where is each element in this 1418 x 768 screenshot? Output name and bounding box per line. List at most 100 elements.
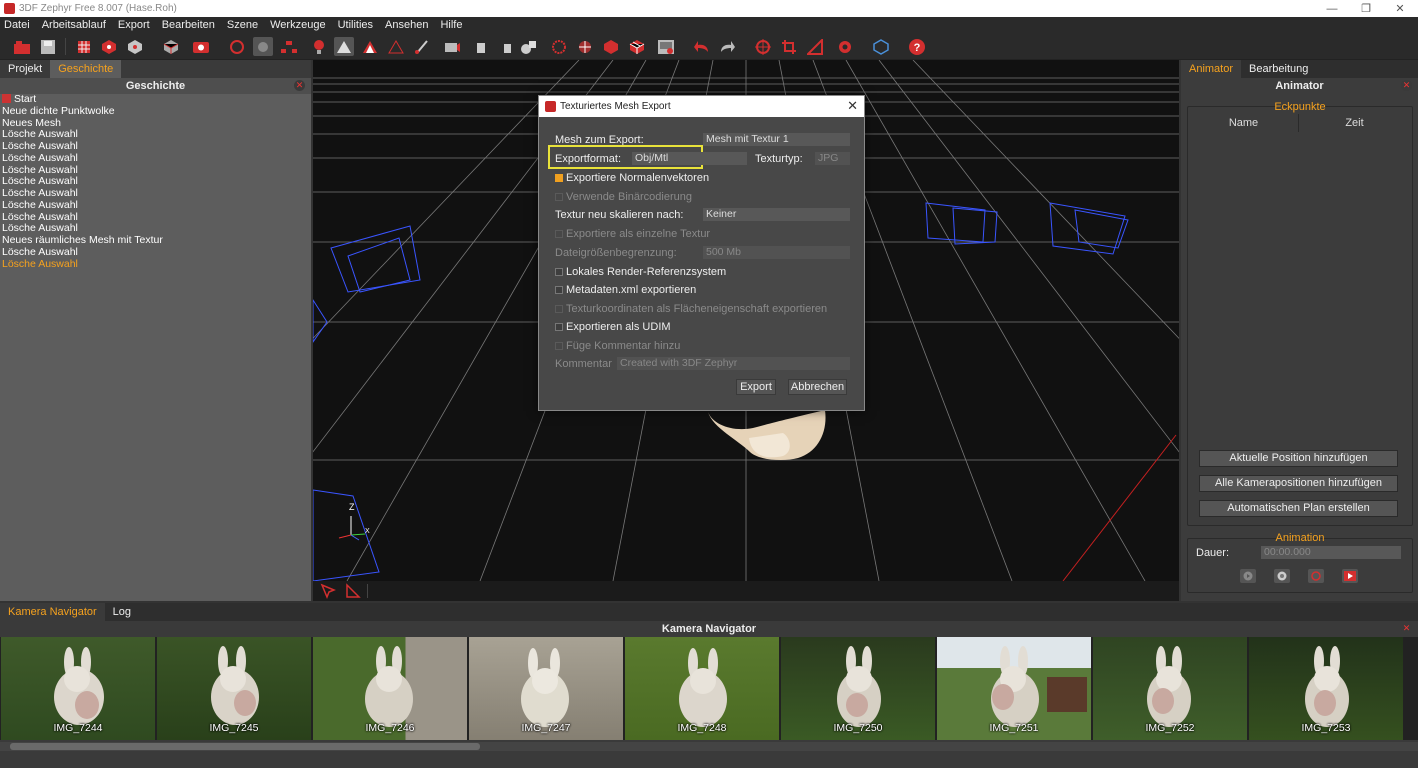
render-image-icon[interactable] <box>656 37 676 56</box>
col-name[interactable]: Name <box>1189 114 1299 132</box>
history-item[interactable]: Lösche Auswahl <box>2 152 311 165</box>
create-auto-plan-button[interactable]: Automatischen Plan erstellen <box>1199 500 1398 517</box>
camera-thumbnail[interactable]: IMG_7253 <box>1249 637 1403 740</box>
close-panel-icon[interactable]: ✕ <box>1401 623 1412 634</box>
triangle-colored-icon[interactable] <box>360 37 380 56</box>
history-item[interactable]: Lösche Auswahl <box>2 246 311 259</box>
settings-gear-icon[interactable] <box>835 37 855 56</box>
cube-grid-icon[interactable] <box>627 37 647 56</box>
history-item[interactable]: Neues räumliches Mesh mit Textur <box>2 234 311 247</box>
triangle-solid-icon[interactable] <box>334 37 354 56</box>
screenshot-icon[interactable] <box>191 37 211 56</box>
help-icon[interactable]: ? <box>907 37 927 56</box>
history-item[interactable]: Lösche Auswahl <box>2 199 311 212</box>
camera-thumbnail[interactable]: IMG_7252 <box>1093 637 1247 740</box>
export-button[interactable]: Export <box>736 379 776 395</box>
tab-kamera-navigator[interactable]: Kamera Navigator <box>0 603 105 621</box>
light-icon[interactable] <box>309 37 329 56</box>
close-panel-icon[interactable]: ✕ <box>1401 80 1412 91</box>
filesize-field[interactable]: 500 Mb <box>703 246 850 259</box>
triangle-wire-icon[interactable] <box>386 37 406 56</box>
texture-type-select[interactable]: JPG <box>815 152 850 165</box>
add-current-position-button[interactable]: Aktuelle Position hinzufügen <box>1199 450 1398 467</box>
camera-thumbnail[interactable]: IMG_7244 <box>1 637 155 740</box>
menu-szene[interactable]: Szene <box>227 19 258 31</box>
save-icon[interactable] <box>38 37 58 56</box>
menu-datei[interactable]: Datei <box>4 19 30 31</box>
udim-checkbox[interactable] <box>555 323 563 331</box>
rescale-select[interactable]: Keiner <box>703 208 850 221</box>
select-tool-2-icon[interactable] <box>496 37 516 56</box>
tab-geschichte[interactable]: Geschichte <box>50 60 122 78</box>
minimize-icon[interactable]: — <box>1316 0 1348 17</box>
col-time[interactable]: Zeit <box>1299 114 1410 132</box>
close-icon[interactable]: ✕ <box>847 98 858 114</box>
comment-field[interactable]: Created with 3DF Zephyr <box>617 357 850 370</box>
restore-icon[interactable]: ❐ <box>1350 0 1382 17</box>
camera-grid-icon[interactable] <box>74 37 94 56</box>
measure-icon[interactable] <box>805 37 825 56</box>
add-comment-checkbox[interactable] <box>555 342 563 350</box>
3d-box-icon[interactable] <box>871 37 891 56</box>
cancel-button[interactable]: Abbrechen <box>788 379 847 395</box>
tab-bearbeitung[interactable]: Bearbeitung <box>1241 60 1316 78</box>
scrollbar-thumb[interactable] <box>10 743 480 750</box>
camera-thumbnail[interactable]: IMG_7247 <box>469 637 623 740</box>
select-triangle-icon[interactable] <box>345 583 361 602</box>
move-tool-icon[interactable] <box>753 37 773 56</box>
sphere-grid-icon[interactable] <box>549 37 569 56</box>
reset-icon[interactable] <box>1308 569 1324 583</box>
hierarchy-icon[interactable] <box>279 37 299 56</box>
record-icon[interactable] <box>1274 569 1290 583</box>
camera-thumbnail[interactable]: IMG_7246 <box>313 637 467 740</box>
refresh-icon[interactable] <box>227 37 247 56</box>
sphere-wire-icon[interactable] <box>575 37 595 56</box>
thumbnail-scrollbar[interactable] <box>0 742 1418 751</box>
add-all-camera-positions-button[interactable]: Alle Kamerapositionen hinzufügen <box>1199 475 1398 492</box>
local-ref-checkbox[interactable] <box>555 268 563 276</box>
history-item[interactable]: Neue dichte Punktwolke <box>2 105 311 118</box>
camera-tool-icon[interactable] <box>442 37 462 56</box>
close-window-icon[interactable]: ✕ <box>1384 0 1416 17</box>
export-normals-checkbox[interactable] <box>555 174 563 182</box>
menu-export[interactable]: Export <box>118 19 150 31</box>
history-item[interactable]: Lösche Auswahl <box>2 140 311 153</box>
cube-icon[interactable] <box>601 37 621 56</box>
record-icon[interactable] <box>253 37 273 56</box>
metadata-checkbox[interactable] <box>555 286 563 294</box>
menu-bearbeiten[interactable]: Bearbeiten <box>162 19 215 31</box>
tab-log[interactable]: Log <box>105 603 139 621</box>
camera-thumbnail[interactable]: IMG_7251 <box>937 637 1091 740</box>
redo-icon[interactable] <box>717 37 737 56</box>
menu-hilfe[interactable]: Hilfe <box>440 19 462 31</box>
new-project-icon[interactable] <box>12 37 32 56</box>
undo-icon[interactable] <box>692 37 712 56</box>
tab-projekt[interactable]: Projekt <box>0 60 50 78</box>
objects-icon[interactable] <box>519 37 539 56</box>
menu-werkzeuge[interactable]: Werkzeuge <box>270 19 325 31</box>
camera-thumbnail[interactable]: IMG_7245 <box>157 637 311 740</box>
mesh-icon[interactable] <box>161 37 181 56</box>
single-texture-checkbox[interactable] <box>555 230 563 238</box>
texcoords-checkbox[interactable] <box>555 305 563 313</box>
menu-ansehen[interactable]: Ansehen <box>385 19 428 31</box>
brush-icon[interactable] <box>412 37 432 56</box>
crop-icon[interactable] <box>779 37 799 56</box>
play-icon[interactable] <box>1240 569 1256 583</box>
dense-cloud-icon[interactable] <box>125 37 145 56</box>
format-select[interactable]: Obj/Mtl <box>632 152 747 165</box>
duration-field[interactable]: 00:00.000 <box>1261 546 1401 559</box>
select-tool-icon[interactable] <box>471 37 491 56</box>
mesh-select[interactable]: Mesh mit Textur 1 <box>703 133 850 146</box>
sparse-cloud-icon[interactable] <box>99 37 119 56</box>
menu-utilities[interactable]: Utilities <box>338 19 373 31</box>
tab-animator[interactable]: Animator <box>1181 60 1242 78</box>
history-item[interactable]: Lösche Auswahl <box>2 187 311 200</box>
camera-thumbnail[interactable]: IMG_7248 <box>625 637 779 740</box>
history-item[interactable]: Start <box>2 93 311 106</box>
select-arrow-icon[interactable] <box>320 583 336 602</box>
camera-thumbnail[interactable]: IMG_7250 <box>781 637 935 740</box>
close-panel-icon[interactable]: ✕ <box>294 80 305 91</box>
binary-checkbox[interactable] <box>555 193 563 201</box>
menu-arbeitsablauf[interactable]: Arbeitsablauf <box>42 19 106 31</box>
